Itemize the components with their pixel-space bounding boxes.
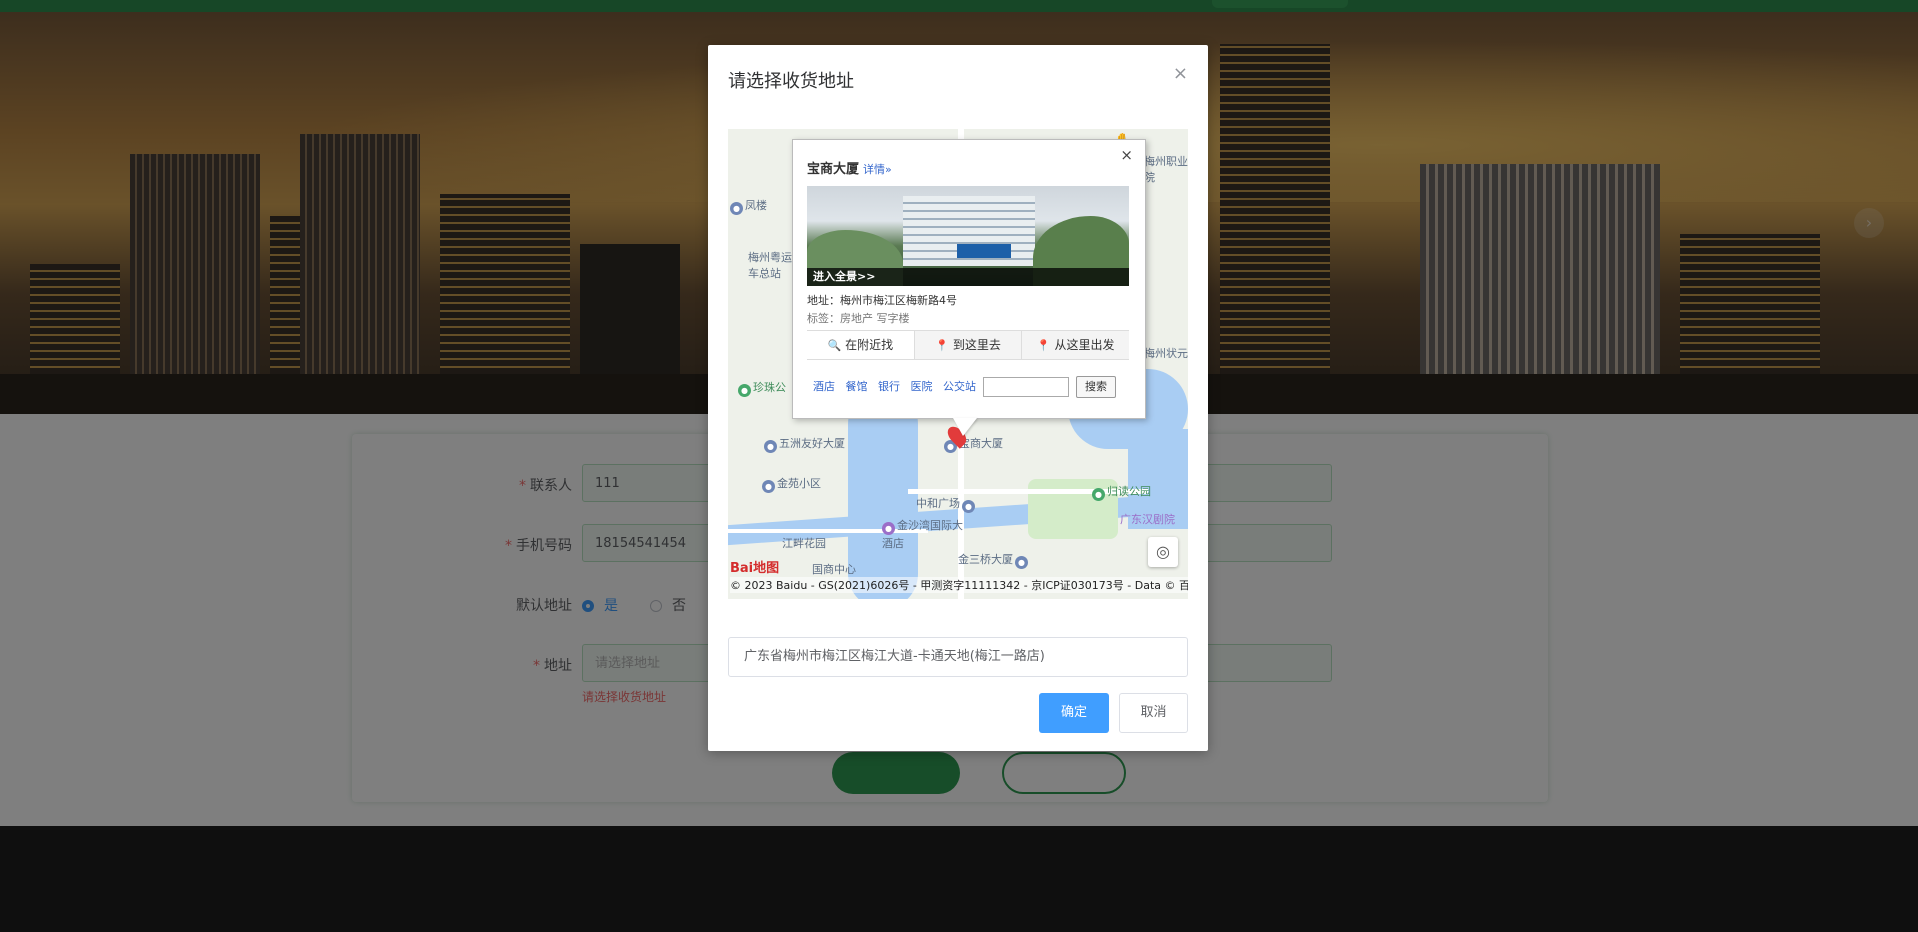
poi-label[interactable]: ● 金沙湾国际大酒店 [882, 517, 968, 551]
poi-pin-icon: ● [738, 384, 751, 397]
map-copyright: © 2023 Baidu - GS(2021)6026号 - 甲测资字11111… [730, 577, 1188, 593]
poi-pin-icon: ● [1092, 488, 1105, 501]
address-dialog: 请选择收货地址 × ✋ ●凤楼 梅州粤运汽车总站 ●珍珠公 ●五洲友好大厦 ●宝… [708, 45, 1208, 751]
poi-label[interactable]: ● 五洲友好大厦 [764, 435, 845, 453]
baidu-map-logo: Bai地图 [730, 557, 779, 576]
cancel-button[interactable]: 取消 [1119, 693, 1188, 733]
nearby-hospital-link[interactable]: 医院 [911, 380, 933, 393]
search-icon: 🔍 [827, 339, 842, 352]
poi-label[interactable]: 梅州状元 [1144, 345, 1188, 361]
poi-pin-icon: ● [1015, 556, 1028, 569]
dialog-title: 请选择收货地址 [728, 71, 854, 92]
poi-label[interactable]: ● 凤楼 [730, 197, 767, 215]
poi-pin-icon: ● [962, 500, 975, 513]
poi-pin-icon: ● [764, 440, 777, 453]
tab-label: 从这里出发 [1054, 338, 1115, 352]
poi-label[interactable]: 广东汉剧院 [1120, 511, 1175, 527]
selected-address-input[interactable]: 广东省梅州市梅江区梅江大道-卡通天地(梅江一路店) [728, 637, 1188, 677]
poi-text: 珍珠公 [753, 381, 786, 394]
poi-text: 五洲友好大厦 [779, 437, 845, 450]
panorama-link[interactable]: 进入全景>> [807, 268, 1129, 286]
poi-text: 归读公园 [1107, 485, 1151, 498]
panorama-photo[interactable]: 进入全景>> [807, 186, 1129, 286]
poi-label[interactable]: ● 金苑小区 [762, 475, 821, 493]
nearby-hotel-link[interactable]: 酒店 [813, 380, 835, 393]
poi-label[interactable]: 梅州职业院 [1144, 153, 1188, 185]
poi-text: 凤楼 [745, 199, 767, 212]
info-window-title: 宝商大厦 详情» [807, 158, 892, 177]
poi-label[interactable]: ● 珍珠公 [738, 379, 786, 397]
info-window-tabs: 🔍 在附近找 📍 到这里去 📍 从这里出发 [807, 330, 1130, 360]
locate-me-icon[interactable]: ◎ [1148, 537, 1178, 567]
poi-label[interactable]: 江畔花园 [782, 535, 826, 551]
tab-label: 到这里去 [952, 338, 1001, 352]
nearby-search: 酒店 餐馆 银行 医院 公交站 搜索 [813, 376, 1116, 398]
poi-text: 金苑小区 [777, 477, 821, 490]
nearby-restaurant-link[interactable]: 餐馆 [846, 380, 868, 393]
poi-text: 中和广场 [916, 497, 960, 510]
tab-start-here[interactable]: 📍 从这里出发 [1021, 331, 1130, 359]
poi-pin-icon: ● [762, 480, 775, 493]
place-tags: 标签：房地产 写字楼 [807, 312, 910, 325]
photo-shop-sign [957, 244, 1011, 258]
baidu-map[interactable]: ✋ ●凤楼 梅州粤运汽车总站 ●珍珠公 ●五洲友好大厦 ●宝商大厦 ●金苑小区 … [728, 129, 1188, 599]
place-address: 地址：梅州市梅江区梅新路4号 [807, 294, 957, 307]
river [848, 389, 918, 599]
tab-go-here[interactable]: 📍 到这里去 [913, 331, 1022, 359]
pin-icon: 📍 [935, 339, 949, 352]
poi-label[interactable]: 国商中心 [812, 561, 856, 577]
logo-text: Bai地图 [730, 561, 780, 576]
dialog-close-icon[interactable]: × [1173, 63, 1188, 84]
poi-text: 金三桥大厦 [958, 553, 1013, 566]
detail-link[interactable]: 详情» [863, 163, 892, 176]
poi-pin-icon: ● [882, 522, 895, 535]
place-name: 宝商大厦 [807, 162, 860, 177]
nearby-search-input[interactable] [982, 377, 1069, 397]
tab-search-nearby[interactable]: 🔍 在附近找 [807, 331, 914, 359]
nearby-bus-stop-link[interactable]: 公交站 [943, 380, 976, 393]
pin-icon: 📍 [1036, 339, 1051, 352]
poi-label[interactable]: 金三桥大厦 ● [958, 551, 1030, 569]
map-info-window: × 宝商大厦 详情» 进入全景>> 地址：梅州市梅江区梅新路4号 标签：房地产 写… [792, 139, 1146, 419]
poi-label[interactable]: ● 归读公园 [1092, 483, 1151, 501]
poi-label[interactable]: 中和广场 ● [916, 495, 977, 513]
confirm-button[interactable]: 确定 [1039, 693, 1109, 733]
poi-text: 金沙湾国际大酒店 [882, 519, 963, 550]
info-window-close-icon[interactable]: × [1120, 146, 1133, 164]
nearby-bank-link[interactable]: 银行 [878, 380, 900, 393]
poi-pin-icon: ● [730, 202, 743, 215]
nearby-search-button[interactable]: 搜索 [1076, 376, 1116, 398]
tab-label: 在附近找 [845, 338, 894, 352]
